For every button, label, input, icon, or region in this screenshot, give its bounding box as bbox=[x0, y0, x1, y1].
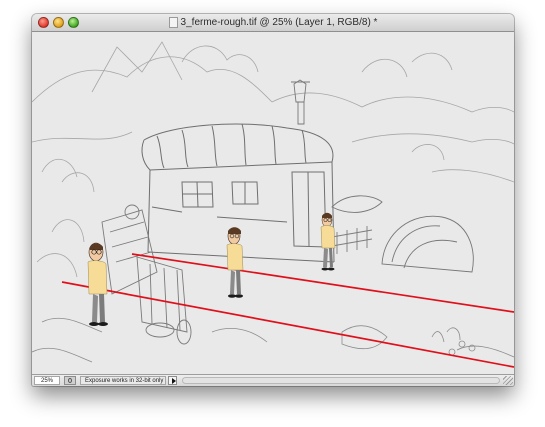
zoom-level-field[interactable]: 25% bbox=[34, 376, 60, 385]
status-bar: 25% Exposure works in 32-bit only bbox=[32, 374, 514, 386]
status-menu-arrow-icon[interactable] bbox=[168, 376, 177, 385]
title-group: 3_ferme-rough.tif @ 25% (Layer 1, RGB/8)… bbox=[32, 14, 514, 31]
title-bar[interactable]: 3_ferme-rough.tif @ 25% (Layer 1, RGB/8)… bbox=[32, 14, 514, 32]
info-icon[interactable] bbox=[64, 376, 76, 385]
artwork bbox=[32, 32, 514, 374]
status-message: Exposure works in 32-bit only bbox=[80, 376, 166, 385]
window-title: 3_ferme-rough.tif @ 25% (Layer 1, RGB/8)… bbox=[180, 17, 378, 28]
resize-grip-icon[interactable] bbox=[503, 376, 513, 385]
horizontal-scrollbar[interactable] bbox=[182, 377, 500, 384]
document-canvas[interactable] bbox=[32, 32, 514, 374]
document-window: 3_ferme-rough.tif @ 25% (Layer 1, RGB/8)… bbox=[32, 14, 514, 386]
document-icon bbox=[168, 17, 178, 28]
